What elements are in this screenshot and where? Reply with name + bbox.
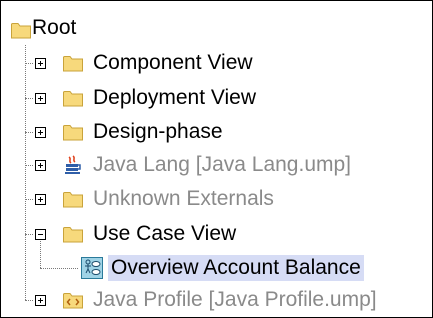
expand-toggle-plus-icon[interactable] [35, 160, 46, 171]
tree-line [25, 234, 33, 235]
tree-node-label: Design-phase [93, 120, 223, 143]
tree-line-use-case [40, 241, 41, 268]
folder-icon [11, 23, 31, 39]
tree-line [25, 63, 33, 64]
tree-node-label: Java Profile [Java Profile.ump] [93, 288, 377, 311]
expand-toggle-plus-icon[interactable] [35, 194, 46, 205]
java-profile-icon [63, 293, 83, 309]
tree-line-root [25, 45, 26, 300]
tree-line [25, 98, 33, 99]
expand-toggle-plus-icon[interactable] [35, 295, 46, 306]
tree-line [25, 300, 33, 301]
folder-icon [63, 192, 83, 208]
folder-icon [63, 227, 83, 243]
expand-toggle-plus-icon[interactable] [35, 127, 46, 138]
tree-line [25, 199, 33, 200]
tree-node-label: Root [32, 16, 77, 39]
tree-node-label: Java Lang [Java Lang.ump] [93, 153, 352, 176]
model-tree[interactable]: Root Component View Deployment View Desi… [0, 0, 433, 318]
use-case-diagram-icon [81, 257, 103, 279]
tree-node-label: Deployment View [93, 86, 257, 109]
tree-line [25, 132, 33, 133]
tree-node-label: Unknown Externals [93, 187, 274, 210]
tree-node-label: Overview Account Balance [108, 255, 364, 281]
collapse-toggle-minus-icon[interactable] [35, 229, 46, 240]
expand-toggle-plus-icon[interactable] [35, 93, 46, 104]
tree-node-label: Use Case View [93, 222, 237, 245]
java-package-icon [65, 155, 81, 174]
tree-node-label: Component View [93, 51, 253, 74]
tree-line [25, 165, 33, 166]
folder-icon [63, 56, 83, 72]
folder-icon [63, 125, 83, 141]
tree-line [40, 268, 78, 269]
expand-toggle-plus-icon[interactable] [35, 58, 46, 69]
folder-icon [63, 91, 83, 107]
